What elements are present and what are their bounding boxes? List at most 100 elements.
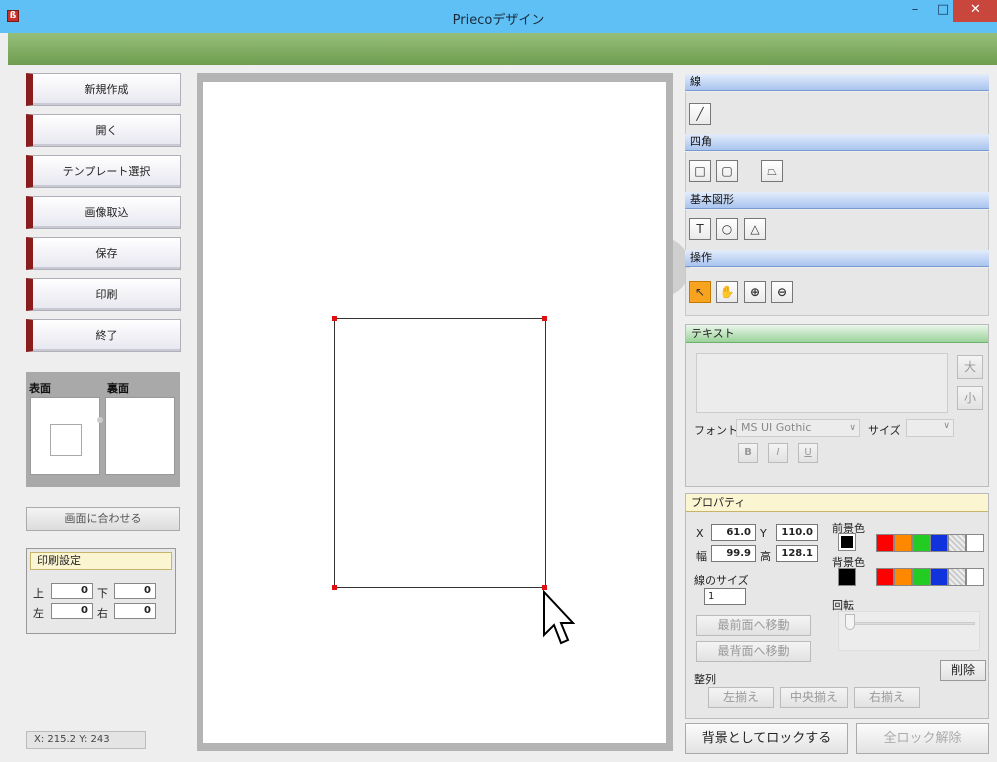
height-input[interactable]: 128.1 bbox=[776, 545, 818, 562]
trapezoid-tool-icon[interactable]: ⏢ bbox=[761, 160, 783, 182]
selected-rectangle-shape[interactable] bbox=[334, 318, 546, 588]
italic-button[interactable]: I bbox=[768, 443, 788, 463]
palette-white[interactable] bbox=[966, 534, 984, 552]
rect-tools: □ ▢ ⏢ bbox=[685, 152, 989, 192]
palette-pattern[interactable] bbox=[948, 534, 966, 552]
send-to-back-button[interactable]: 最背面へ移動 bbox=[696, 641, 811, 662]
line-size-label: 線のサイズ bbox=[694, 574, 749, 587]
palette-blue[interactable] bbox=[930, 568, 948, 586]
align-left-button[interactable]: 左揃え bbox=[708, 687, 774, 708]
open-button[interactable]: 開く bbox=[26, 114, 181, 147]
foreground-palette bbox=[876, 534, 986, 552]
text-input-area[interactable] bbox=[696, 353, 948, 413]
fit-to-screen-button[interactable]: 画面に合わせる bbox=[26, 507, 180, 531]
align-label: 整列 bbox=[694, 673, 716, 686]
front-face-tab bbox=[97, 417, 103, 423]
text-panel-title: テキスト bbox=[686, 325, 988, 343]
foreground-color-swatch[interactable] bbox=[838, 533, 856, 551]
close-button[interactable]: ✕ bbox=[953, 0, 997, 22]
font-larger-button[interactable]: 大 bbox=[957, 355, 983, 379]
chevron-down-icon: ∨ bbox=[849, 423, 856, 433]
properties-title: プロパティ bbox=[686, 494, 988, 512]
rotation-thumb[interactable] bbox=[845, 614, 855, 630]
palette-green[interactable] bbox=[912, 568, 930, 586]
app-window: ß Priecoデザイン – □ ✕ 新規作成 開く テンプレート選択 画像取込… bbox=[0, 0, 997, 762]
bottom-margin-input[interactable]: 0 bbox=[114, 583, 156, 599]
rotation-track bbox=[845, 622, 975, 625]
rect-section-header: 四角 bbox=[685, 134, 989, 151]
resize-handle-top-left[interactable] bbox=[332, 316, 337, 321]
print-settings-panel: 印刷設定 上 0 下 0 左 0 右 0 bbox=[26, 548, 176, 634]
print-settings-title: 印刷設定 bbox=[30, 552, 172, 570]
template-select-button[interactable]: テンプレート選択 bbox=[26, 155, 181, 188]
foreground-color-fill bbox=[841, 536, 853, 548]
operation-header: 操作 bbox=[685, 250, 989, 267]
face-selector: 表面 裏面 bbox=[26, 372, 180, 487]
align-right-button[interactable]: 右揃え bbox=[854, 687, 920, 708]
bring-to-front-button[interactable]: 最前面へ移動 bbox=[696, 615, 811, 636]
palette-red[interactable] bbox=[876, 534, 894, 552]
font-smaller-button[interactable]: 小 bbox=[957, 386, 983, 410]
print-button[interactable]: 印刷 bbox=[26, 278, 181, 311]
palette-orange[interactable] bbox=[894, 534, 912, 552]
lock-as-background-button[interactable]: 背景としてロックする bbox=[685, 723, 848, 754]
unlock-all-button[interactable]: 全ロック解除 bbox=[856, 723, 989, 754]
palette-pattern[interactable] bbox=[948, 568, 966, 586]
resize-handle-top-right[interactable] bbox=[542, 316, 547, 321]
rounded-rect-tool-icon[interactable]: ▢ bbox=[716, 160, 738, 182]
back-face-thumbnail[interactable] bbox=[105, 397, 175, 475]
zoom-out-icon[interactable]: ⊖ bbox=[771, 281, 793, 303]
rotation-slider[interactable] bbox=[838, 611, 980, 651]
line-size-input[interactable]: 1 bbox=[704, 588, 746, 605]
top-margin-input[interactable]: 0 bbox=[51, 583, 93, 599]
palette-white[interactable] bbox=[966, 568, 984, 586]
x-input[interactable]: 61.0 bbox=[711, 524, 756, 541]
palette-blue[interactable] bbox=[930, 534, 948, 552]
cursor-coordinates: X: 215.2 Y: 243 bbox=[26, 731, 146, 749]
width-input[interactable]: 99.9 bbox=[711, 545, 756, 562]
background-color-swatch[interactable] bbox=[838, 568, 856, 586]
resize-handle-bottom-left[interactable] bbox=[332, 585, 337, 590]
palette-red[interactable] bbox=[876, 568, 894, 586]
font-select[interactable]: MS UI Gothic ∨ bbox=[736, 419, 860, 437]
font-select-value: MS UI Gothic bbox=[741, 421, 812, 434]
back-face-label: 裏面 bbox=[107, 382, 129, 395]
save-button[interactable]: 保存 bbox=[26, 237, 181, 270]
bottom-margin-label: 下 bbox=[97, 587, 108, 600]
circle-tool-icon[interactable]: ○ bbox=[716, 218, 738, 240]
text-panel: テキスト 大 小 フォント MS UI Gothic ∨ サイズ ∨ B I U bbox=[685, 324, 989, 487]
rectangle-tool-icon[interactable]: □ bbox=[689, 160, 711, 182]
palette-green[interactable] bbox=[912, 534, 930, 552]
hand-tool-icon[interactable]: ✋ bbox=[716, 281, 738, 303]
exit-button[interactable]: 終了 bbox=[26, 319, 181, 352]
font-size-select[interactable]: ∨ bbox=[906, 419, 954, 437]
line-tool-icon[interactable]: ╱ bbox=[689, 103, 711, 125]
height-label: 高 bbox=[760, 550, 771, 563]
delete-button[interactable]: 削除 bbox=[940, 660, 986, 681]
right-margin-input[interactable]: 0 bbox=[114, 603, 156, 619]
left-margin-label: 左 bbox=[33, 607, 44, 620]
underline-button[interactable]: U bbox=[798, 443, 818, 463]
background-palette bbox=[876, 568, 986, 586]
font-label: フォント bbox=[694, 424, 738, 437]
window-title: Priecoデザイン bbox=[452, 13, 545, 28]
zoom-in-icon[interactable]: ⊕ bbox=[744, 281, 766, 303]
left-margin-input[interactable]: 0 bbox=[51, 603, 93, 619]
new-button[interactable]: 新規作成 bbox=[26, 73, 181, 106]
palette-orange[interactable] bbox=[894, 568, 912, 586]
triangle-tool-icon[interactable]: △ bbox=[744, 218, 766, 240]
pointer-tool-icon[interactable]: ↖ bbox=[689, 281, 711, 303]
top-margin-label: 上 bbox=[33, 587, 44, 600]
align-center-button[interactable]: 中央揃え bbox=[780, 687, 848, 708]
size-label: サイズ bbox=[868, 424, 901, 437]
line-tools: ╱ bbox=[685, 92, 989, 134]
title-bar: ß Priecoデザイン – □ ✕ bbox=[0, 0, 997, 33]
front-face-thumbnail[interactable] bbox=[30, 397, 103, 475]
front-face-shape bbox=[50, 424, 82, 456]
text-tool-icon[interactable]: T bbox=[689, 218, 711, 240]
import-image-button[interactable]: 画像取込 bbox=[26, 196, 181, 229]
y-input[interactable]: 110.0 bbox=[776, 524, 818, 541]
bold-button[interactable]: B bbox=[738, 443, 758, 463]
properties-panel: プロパティ X 61.0 Y 110.0 幅 99.9 高 128.1 前景色 … bbox=[685, 493, 989, 719]
operation-tools: ↖ ✋ ⊕ ⊖ bbox=[685, 268, 989, 316]
